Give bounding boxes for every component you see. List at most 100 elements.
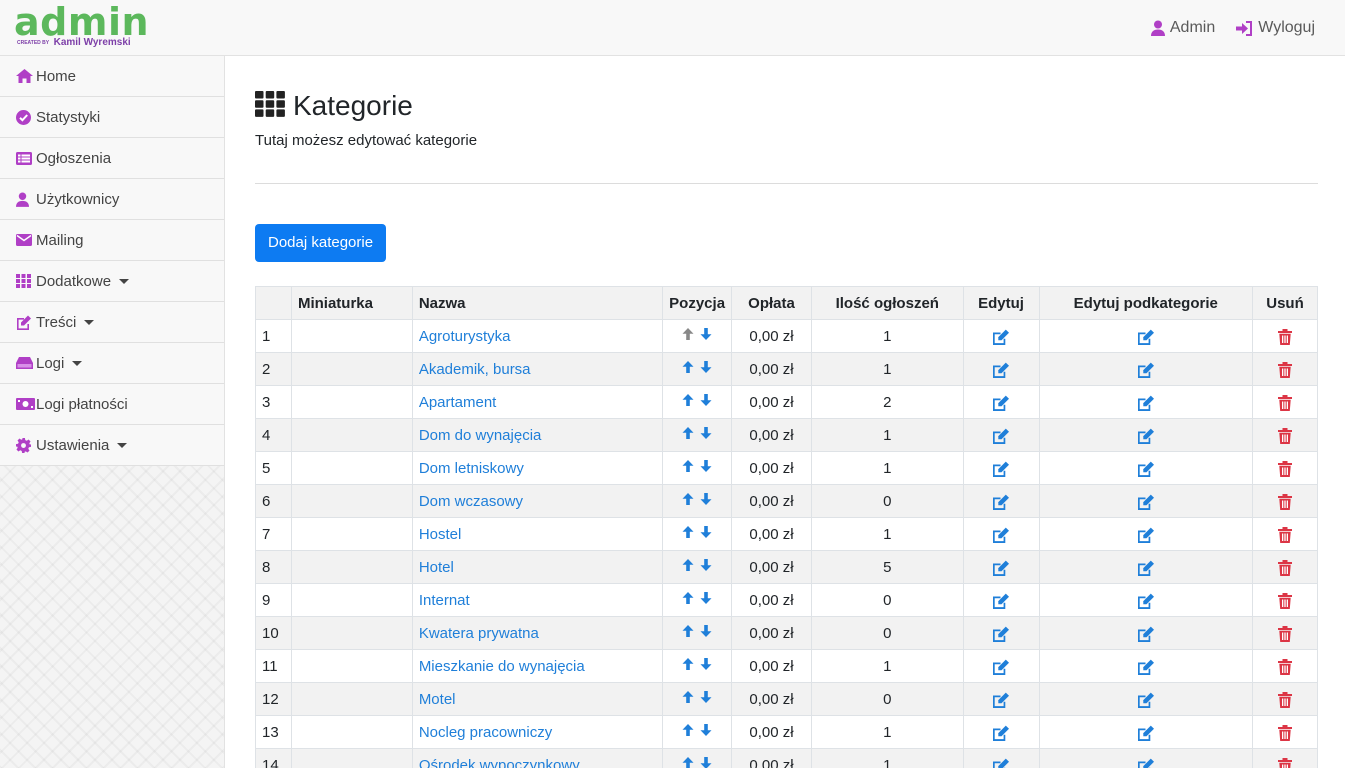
- move-up-arrow-icon[interactable]: [681, 591, 695, 605]
- edit-subcategories-icon[interactable]: [1137, 461, 1155, 477]
- move-down-arrow-icon[interactable]: [699, 723, 713, 737]
- category-name-link[interactable]: Hotel: [419, 559, 454, 576]
- move-down-arrow-icon[interactable]: [699, 756, 713, 768]
- sidebar-item-tresci[interactable]: Treści: [0, 302, 224, 343]
- row-position: [662, 748, 733, 768]
- move-down-arrow-icon[interactable]: [699, 525, 713, 539]
- category-name-link[interactable]: Akademik, bursa: [419, 361, 531, 378]
- move-up-arrow-icon[interactable]: [681, 393, 695, 407]
- edit-icon[interactable]: [992, 395, 1010, 411]
- move-up-arrow-icon[interactable]: [681, 426, 695, 440]
- category-name-link[interactable]: Ośrodek wypoczynkowy: [419, 757, 580, 768]
- category-name-link[interactable]: Mieszkanie do wynajęcia: [419, 658, 585, 675]
- move-up-arrow-icon[interactable]: [681, 558, 695, 572]
- sidebar-item-ogloszenia[interactable]: Ogłoszenia: [0, 138, 224, 179]
- move-down-arrow-icon[interactable]: [699, 393, 713, 407]
- edit-subcategories-icon[interactable]: [1137, 560, 1155, 576]
- edit-icon[interactable]: [992, 494, 1010, 510]
- category-name-link[interactable]: Internat: [419, 592, 470, 609]
- move-down-arrow-icon[interactable]: [699, 459, 713, 473]
- sidebar-item-uzytkownicy[interactable]: Użytkownicy: [0, 179, 224, 220]
- move-down-arrow-icon[interactable]: [699, 690, 713, 704]
- move-up-arrow-icon[interactable]: [681, 624, 695, 638]
- edit-subcategories-icon[interactable]: [1137, 626, 1155, 642]
- trash-icon[interactable]: [1278, 493, 1292, 510]
- edit-subcategories-icon[interactable]: [1137, 362, 1155, 378]
- category-name-link[interactable]: Agroturystyka: [419, 328, 511, 345]
- category-name-link[interactable]: Dom wczasowy: [419, 493, 523, 510]
- edit-subcategories-icon[interactable]: [1137, 494, 1155, 510]
- edit-icon[interactable]: [992, 461, 1010, 477]
- trash-icon[interactable]: [1278, 526, 1292, 543]
- trash-icon[interactable]: [1278, 658, 1292, 675]
- trash-icon[interactable]: [1278, 559, 1292, 576]
- sidebar-item-logi-platnosci[interactable]: Logi płatności: [0, 384, 224, 425]
- move-up-arrow-icon[interactable]: [681, 459, 695, 473]
- move-down-arrow-icon[interactable]: [699, 360, 713, 374]
- edit-icon[interactable]: [992, 560, 1010, 576]
- sidebar-item-logi[interactable]: Logi: [0, 343, 224, 384]
- edit-icon[interactable]: [992, 527, 1010, 543]
- edit-subcategories-icon[interactable]: [1137, 659, 1155, 675]
- move-up-arrow-icon[interactable]: [681, 327, 695, 341]
- row-number: 5: [255, 451, 292, 485]
- move-up-arrow-icon[interactable]: [681, 492, 695, 506]
- add-category-button[interactable]: Dodaj kategorie: [255, 224, 387, 262]
- edit-icon[interactable]: [992, 593, 1010, 609]
- move-up-arrow-icon[interactable]: [681, 657, 695, 671]
- trash-icon[interactable]: [1278, 592, 1292, 609]
- move-up-arrow-icon[interactable]: [681, 690, 695, 704]
- move-down-arrow-icon[interactable]: [699, 558, 713, 572]
- edit-icon[interactable]: [992, 626, 1010, 642]
- trash-icon[interactable]: [1278, 757, 1292, 768]
- admin-user-link[interactable]: Admin: [1150, 19, 1215, 37]
- trash-icon[interactable]: [1278, 691, 1292, 708]
- move-up-arrow-icon[interactable]: [681, 723, 695, 737]
- edit-icon[interactable]: [992, 329, 1010, 345]
- trash-icon[interactable]: [1278, 361, 1292, 378]
- edit-subcategories-icon[interactable]: [1137, 593, 1155, 609]
- sidebar-item-mailing[interactable]: Mailing: [0, 220, 224, 261]
- move-up-arrow-icon[interactable]: [681, 360, 695, 374]
- trash-icon[interactable]: [1278, 625, 1292, 642]
- move-down-arrow-icon[interactable]: [699, 657, 713, 671]
- sidebar-item-label: Logi płatności: [36, 395, 128, 413]
- move-up-arrow-icon[interactable]: [681, 525, 695, 539]
- move-down-arrow-icon[interactable]: [699, 624, 713, 638]
- trash-icon[interactable]: [1278, 427, 1292, 444]
- move-up-arrow-icon[interactable]: [681, 756, 695, 768]
- edit-subcategories-icon[interactable]: [1137, 692, 1155, 708]
- edit-icon[interactable]: [992, 659, 1010, 675]
- edit-icon[interactable]: [992, 725, 1010, 741]
- category-name-link[interactable]: Motel: [419, 691, 456, 708]
- sidebar-item-dodatkowe[interactable]: Dodatkowe: [0, 261, 224, 302]
- trash-icon[interactable]: [1278, 394, 1292, 411]
- sidebar-item-ustawienia[interactable]: Ustawienia: [0, 425, 224, 466]
- category-name-link[interactable]: Nocleg pracowniczy: [419, 724, 552, 741]
- sidebar-item-home[interactable]: Home: [0, 56, 224, 97]
- edit-subcategories-icon[interactable]: [1137, 758, 1155, 768]
- move-down-arrow-icon[interactable]: [699, 492, 713, 506]
- edit-subcategories-icon[interactable]: [1137, 725, 1155, 741]
- edit-icon[interactable]: [992, 692, 1010, 708]
- sidebar-item-statystyki[interactable]: Statystyki: [0, 97, 224, 138]
- edit-subcategories-icon[interactable]: [1137, 395, 1155, 411]
- logout-link[interactable]: Wyloguj: [1235, 19, 1315, 37]
- category-name-link[interactable]: Apartament: [419, 394, 497, 411]
- edit-icon[interactable]: [992, 428, 1010, 444]
- category-name-link[interactable]: Dom letniskowy: [419, 460, 524, 477]
- trash-icon[interactable]: [1278, 724, 1292, 741]
- edit-subcategories-icon[interactable]: [1137, 329, 1155, 345]
- category-name-link[interactable]: Kwatera prywatna: [419, 625, 539, 642]
- edit-subcategories-icon[interactable]: [1137, 428, 1155, 444]
- move-down-arrow-icon[interactable]: [699, 327, 713, 341]
- category-name-link[interactable]: Dom do wynajęcia: [419, 427, 542, 444]
- move-down-arrow-icon[interactable]: [699, 591, 713, 605]
- edit-icon[interactable]: [992, 758, 1010, 768]
- trash-icon[interactable]: [1278, 328, 1292, 345]
- edit-icon[interactable]: [992, 362, 1010, 378]
- edit-subcategories-icon[interactable]: [1137, 527, 1155, 543]
- trash-icon[interactable]: [1278, 460, 1292, 477]
- move-down-arrow-icon[interactable]: [699, 426, 713, 440]
- category-name-link[interactable]: Hostel: [419, 526, 462, 543]
